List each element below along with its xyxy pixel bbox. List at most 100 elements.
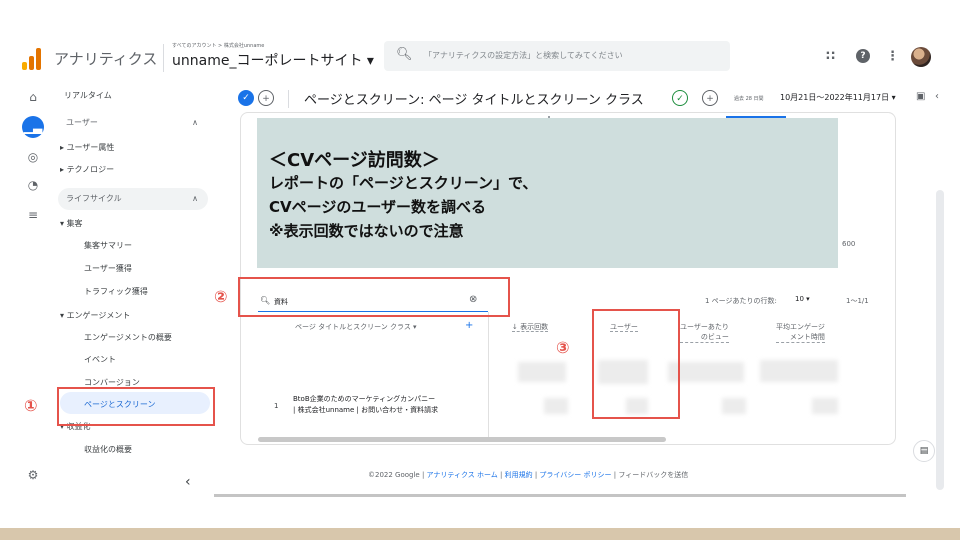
title-divider xyxy=(288,90,289,108)
add-dimension-icon[interactable]: + xyxy=(465,320,473,331)
more-vert-icon[interactable]: ⋮ xyxy=(886,49,899,64)
sidebar-item-acquisition-summary[interactable]: 集客サマリー xyxy=(84,240,132,251)
callout-box-3 xyxy=(592,309,680,419)
col-label: のビュー xyxy=(680,332,729,343)
sidebar-item-user-acquisition[interactable]: ユーザー獲得 xyxy=(84,263,132,274)
sidebar-item-user-attributes[interactable]: ▸ ユーザー属性 xyxy=(60,142,114,153)
blurred-value xyxy=(812,398,838,414)
analytics-screen: アナリティクス すべてのアカウント > 株式会社unname unname_コー… xyxy=(0,0,960,540)
annotation-note: ＜CVページ訪問数＞ レポートの「ページとスクリーン」で、 CVページのユーザー… xyxy=(257,118,838,268)
row-title-line[interactable]: | 株式会社unname | お問い合わせ・資料請求 xyxy=(293,405,438,415)
help-icon[interactable]: ? xyxy=(856,49,870,63)
search-icon: 🔍︎ xyxy=(396,47,413,62)
callout-number-2: ② xyxy=(214,287,228,306)
callout-number-3: ③ xyxy=(556,338,570,357)
sidebar-item-realtime[interactable]: リアルタイム xyxy=(64,90,112,101)
footer: ©2022 Google | アナリティクス ホーム | 利用規約 | プライバ… xyxy=(368,470,688,480)
sidebar-item-events[interactable]: イベント xyxy=(84,354,116,365)
footer-link-home[interactable]: アナリティクス ホーム xyxy=(427,471,498,479)
sidebar-item-monetization-overview[interactable]: 収益化の概要 xyxy=(84,444,132,455)
share-icon[interactable]: ‹ xyxy=(935,91,939,102)
footer-sep: | xyxy=(497,471,505,479)
sidebar-item-label: エンゲージメント xyxy=(66,311,131,320)
callout-box-2 xyxy=(238,277,510,317)
col-views-header[interactable]: ↓ 表示回数 xyxy=(512,322,549,332)
sidebar-section-lifecycle[interactable]: ライフサイクル ∧ xyxy=(58,188,208,210)
rows-per-page-select[interactable]: 10 ▾ xyxy=(795,295,810,303)
sidebar-item-label: ユーザー属性 xyxy=(66,143,115,152)
blurred-total xyxy=(760,360,838,382)
sidebar-item-label: 集客 xyxy=(66,219,83,228)
row-title-line[interactable]: BtoB企業のためのマーケティングカンパニー xyxy=(293,394,435,404)
note-line: CVページのユーザー数を調べる xyxy=(269,198,487,216)
settings-gear-icon[interactable]: ⚙ xyxy=(22,464,44,486)
date-range-preset: 過去 28 日間 xyxy=(734,96,764,102)
collapse-sidebar-icon[interactable]: ‹ xyxy=(185,474,191,490)
advertising-icon[interactable]: ◔ xyxy=(22,174,44,196)
report-title: ページとスクリーン: ページ タイトルとスクリーン クラス xyxy=(304,93,644,108)
col-label: 平均エンゲージ xyxy=(776,323,825,331)
rows-per-page-label: 1 ページあたりの行数: xyxy=(705,297,777,305)
column-divider xyxy=(488,312,489,442)
callout-box-1 xyxy=(57,387,215,426)
col-label: ユーザーあたり xyxy=(680,323,729,331)
sidebar: リアルタイム ユーザー ∧ ▸ ユーザー属性 ▸ テクノロジー ライフサイクル … xyxy=(54,84,214,494)
blurred-value xyxy=(544,398,568,414)
chevron-up-icon: ∧ xyxy=(192,194,198,203)
pagination-range: 1～1/1 xyxy=(846,297,869,305)
col-views-per-user-header[interactable]: ユーザーあたり のビュー xyxy=(680,322,729,343)
report-title-bar: ✓ + ページとスクリーン: ページ タイトルとスクリーン クラス ✓ + 過去… xyxy=(232,86,960,112)
status-check-icon[interactable]: ✓ xyxy=(672,90,688,106)
add-comparison-icon[interactable]: + xyxy=(258,90,274,106)
dimension-header[interactable]: ページ タイトルとスクリーン クラス ▾ xyxy=(295,322,417,332)
app-title: アナリティクス xyxy=(54,50,158,68)
comparison-chip-icon[interactable]: ✓ xyxy=(238,90,254,106)
footer-feedback[interactable]: フィードバックを送信 xyxy=(618,471,688,479)
search-bar[interactable]: 🔍︎ 「アナリティクスの設定方法」と検索してみてください xyxy=(384,41,730,71)
chevron-up-icon: ∧ xyxy=(192,118,198,127)
sidebar-item-engagement-overview[interactable]: エンゲージメントの概要 xyxy=(84,332,172,343)
top-header: アナリティクス すべてのアカウント > 株式会社unname unname_コー… xyxy=(0,36,960,82)
footer-link-terms[interactable]: 利用規約 xyxy=(505,471,533,479)
sidebar-item-acquisition[interactable]: ▾ 集客 xyxy=(60,218,83,229)
col-label: ↓ 表示回数 xyxy=(512,323,549,332)
vertical-scrollbar[interactable] xyxy=(936,190,944,490)
note-heading: ＜CVページ訪問数＞ xyxy=(269,150,440,171)
apps-grid-icon[interactable]: ∷ xyxy=(826,49,835,64)
sidebar-item-technology[interactable]: ▸ テクノロジー xyxy=(60,164,114,175)
reports-icon[interactable]: ▁▃ xyxy=(22,116,44,138)
note-line: レポートの「ページとスクリーン」で、 xyxy=(269,174,538,192)
sidebar-item-label: テクノロジー xyxy=(66,165,115,174)
home-icon[interactable]: ⌂ xyxy=(22,86,44,108)
account-breadcrumb[interactable]: すべてのアカウント > 株式会社unname xyxy=(172,42,264,49)
search-placeholder: 「アナリティクスの設定方法」と検索してみてください xyxy=(424,51,623,60)
sidebar-section-users[interactable]: ユーザー ∧ xyxy=(58,112,208,134)
col-avg-engagement-header[interactable]: 平均エンゲージ メント時間 xyxy=(776,322,825,343)
date-range-selector[interactable]: 10月21日～2022年11月17日 ▾ xyxy=(780,92,896,103)
sidebar-section-label: ライフサイクル xyxy=(66,194,122,203)
sidebar-item-engagement[interactable]: ▾ エンゲージメント xyxy=(60,310,130,321)
row-index: 1 xyxy=(274,402,279,410)
add-filter-icon[interactable]: + xyxy=(702,90,718,106)
sidebar-section-label: ユーザー xyxy=(66,118,98,127)
edit-report-icon[interactable]: ▣ xyxy=(916,91,925,102)
horizontal-scrollbar[interactable] xyxy=(258,437,666,442)
feedback-icon[interactable]: ▤ xyxy=(913,440,935,462)
blurred-total xyxy=(518,362,566,382)
note-line: ※表示回数ではないので注意 xyxy=(269,222,464,240)
bottom-divider xyxy=(214,494,906,497)
sidebar-item-traffic-acquisition[interactable]: トラフィック獲得 xyxy=(84,286,148,297)
chart-axis-tick: 600 xyxy=(842,240,856,248)
analytics-logo-icon[interactable] xyxy=(22,48,44,70)
blurred-value xyxy=(722,398,746,414)
bottom-band xyxy=(0,528,960,540)
footer-link-privacy[interactable]: プライバシー ポリシー xyxy=(539,471,611,479)
callout-number-1: ① xyxy=(24,396,38,415)
property-selector[interactable]: unname_コーポレートサイト ▾ xyxy=(172,50,374,70)
footer-copyright: ©2022 Google | xyxy=(368,471,427,479)
configure-icon[interactable]: ≡ xyxy=(22,204,44,226)
left-rail: ⌂ ▁▃ ◎ ◔ ≡ ⚙ xyxy=(22,86,46,486)
explore-icon[interactable]: ◎ xyxy=(22,146,44,168)
col-label: メント時間 xyxy=(776,332,825,343)
avatar[interactable] xyxy=(911,47,931,67)
